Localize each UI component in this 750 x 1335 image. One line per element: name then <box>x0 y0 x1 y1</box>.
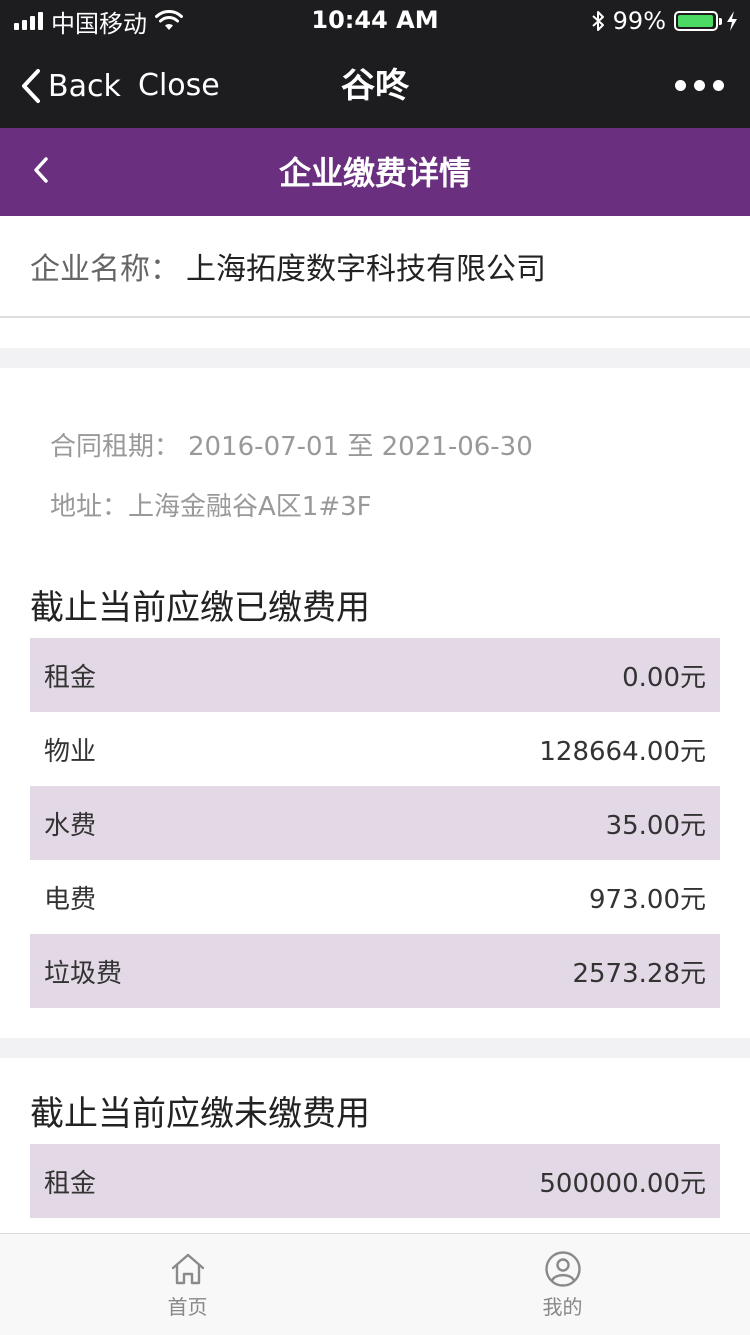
spacer <box>0 318 750 348</box>
fee-amount: 128664.00元 <box>539 736 706 767</box>
paid-fees-card: 合同租期： 2016-07-01 至 2021-06-30 地址：上海金融谷A区1… <box>0 368 750 1038</box>
address-line: 地址：上海金融谷A区1#3F <box>50 486 372 523</box>
tab-home[interactable]: 首页 <box>0 1234 375 1335</box>
fee-amount: 2573.28元 <box>572 958 706 989</box>
fee-amount: 973.00元 <box>589 884 706 915</box>
fee-row: 电费 973.00元 <box>30 860 720 934</box>
paid-fee-table: 租金 0.00元 物业 128664.00元 水费 35.00元 电费 973.… <box>30 638 720 1008</box>
fee-row: 物业 128664.00元 <box>30 712 720 786</box>
fee-row: 水费 35.00元 <box>30 786 720 860</box>
wechat-title: 谷咚 <box>341 66 409 106</box>
fee-amount: 35.00元 <box>605 810 706 841</box>
battery-icon <box>674 11 722 31</box>
fee-row: 垃圾费 2573.28元 <box>30 934 720 1008</box>
unpaid-fee-table: 租金 500000.00元 <box>30 1144 720 1218</box>
fee-name: 垃圾费 <box>44 958 123 989</box>
contract-period: 合同租期： 2016-07-01 至 2021-06-30 <box>50 426 533 463</box>
status-right: 99% <box>591 6 738 36</box>
address-value: 上海金融谷A区1#3F <box>128 492 372 522</box>
fee-row: 租金 500000.00元 <box>30 1144 720 1218</box>
company-row: 企业名称： 上海拓度数字科技有限公司 <box>0 216 750 318</box>
company-name: 上海拓度数字科技有限公司 <box>186 252 546 287</box>
home-icon <box>171 1253 204 1285</box>
more-icon[interactable] <box>675 80 724 91</box>
fee-name: 物业 <box>44 736 97 767</box>
wechat-nav-bar: Back Close 谷咚 <box>0 44 750 128</box>
page-title: 企业缴费详情 <box>278 154 471 192</box>
battery-percent: 99% <box>612 7 666 35</box>
top-bar: 中国移动 10:44 AM 99% Back Close 谷咚 <box>0 0 750 128</box>
fee-row: 租金 0.00元 <box>30 638 720 712</box>
fee-name: 电费 <box>44 884 97 915</box>
address-label: 地址： <box>50 492 129 522</box>
bluetooth-icon <box>591 11 604 31</box>
contract-value: 2016-07-01 至 2021-06-30 <box>188 432 533 462</box>
tab-profile[interactable]: 我的 <box>375 1234 750 1335</box>
fee-name: 租金 <box>44 1168 97 1199</box>
company-label: 企业名称： <box>30 252 180 287</box>
app-header: 企业缴费详情 <box>0 128 750 216</box>
paid-section-title: 截止当前应缴已缴费用 <box>30 588 370 628</box>
fee-amount: 0.00元 <box>622 662 706 693</box>
fee-name: 水费 <box>44 810 97 841</box>
unpaid-fees-card: 截止当前应缴未缴费用 租金 500000.00元 <box>0 1058 750 1233</box>
unpaid-section-title: 截止当前应缴未缴费用 <box>30 1094 370 1134</box>
fee-name: 租金 <box>44 662 97 693</box>
contract-label: 合同租期： <box>50 432 181 462</box>
tab-home-label: 首页 <box>167 1295 208 1319</box>
fee-amount: 500000.00元 <box>539 1168 706 1199</box>
tab-bar: 首页 我的 <box>0 1233 750 1335</box>
charging-icon <box>727 11 737 31</box>
status-bar: 中国移动 10:44 AM 99% <box>0 0 750 40</box>
profile-icon <box>544 1251 581 1287</box>
tab-profile-label: 我的 <box>542 1295 583 1319</box>
